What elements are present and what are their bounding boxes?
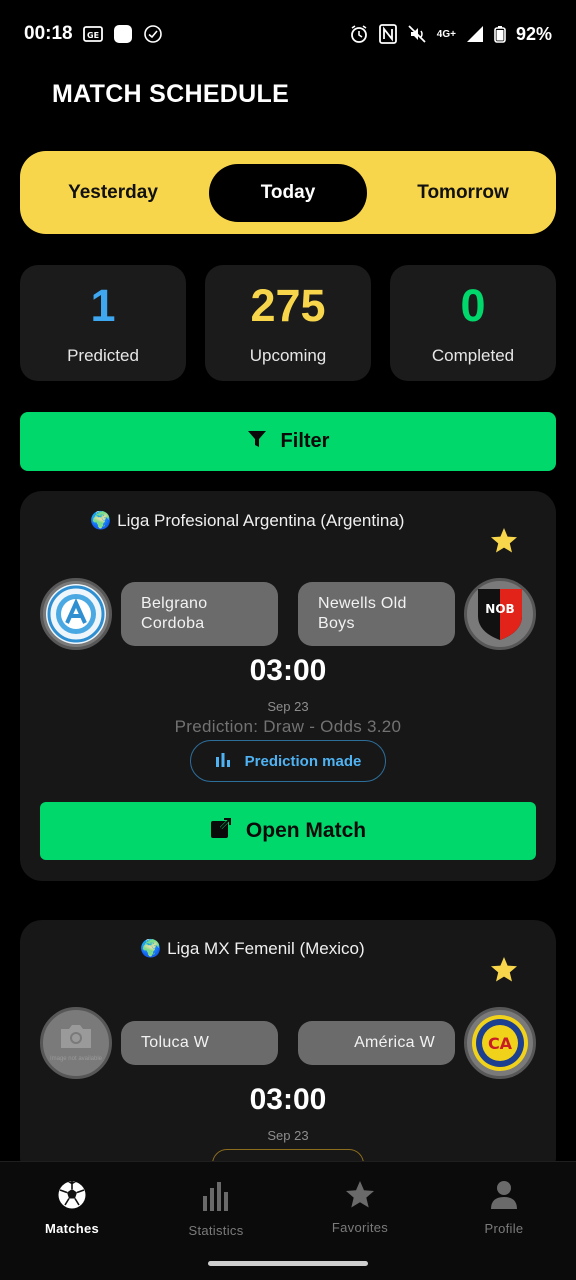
match-card: 🌍 Liga MX Femenil (Mexico) Image not ava… — [20, 920, 556, 1180]
filter-button[interactable]: Filter — [20, 412, 556, 471]
status-time: 00:18 — [24, 23, 73, 44]
league-title: 🌍 Liga MX Femenil (Mexico) — [140, 939, 365, 959]
battery-icon — [494, 25, 506, 43]
nav-label-matches: Matches — [44, 1221, 100, 1236]
open-match-button[interactable]: Open Match — [40, 802, 536, 860]
match-time: 03:00 — [249, 654, 327, 687]
stat-value-upcoming: 275 — [250, 279, 326, 331]
match-date: Sep 23 — [267, 699, 309, 714]
nav-profile[interactable]: Profile — [432, 1162, 576, 1280]
stats-row: 1 Predicted 275 Upcoming 0 Completed — [20, 265, 556, 381]
bar-chart-icon — [201, 1180, 231, 1217]
prediction-made-badge: Prediction made — [190, 740, 386, 782]
tab-tomorrow[interactable]: Tomorrow — [384, 164, 542, 222]
star-icon — [345, 1180, 375, 1214]
soccer-ball-icon — [57, 1180, 87, 1215]
open-match-label: Open Match — [245, 819, 367, 842]
league-name: Liga Profesional Argentina (Argentina) — [117, 511, 405, 530]
home-indicator[interactable] — [208, 1261, 368, 1266]
home-team-logo-placeholder: Image not available — [40, 1007, 112, 1079]
away-team-logo: CA — [464, 1007, 536, 1079]
tab-today[interactable]: Today — [209, 163, 367, 222]
svg-text:GE: GE — [87, 31, 99, 40]
home-team-logo — [40, 578, 112, 650]
league-name: Liga MX Femenil (Mexico) — [167, 939, 365, 958]
image-unavailable-text: Image not available — [49, 1056, 103, 1062]
person-icon — [490, 1180, 518, 1215]
match-card: 🌍 Liga Profesional Argentina (Argentina)… — [20, 491, 556, 881]
status-left: 00:18 GE — [24, 23, 163, 45]
away-team-logo: NOB — [464, 578, 536, 650]
match-date: Sep 23 — [267, 1128, 309, 1143]
day-selector: Yesterday Today Tomorrow — [20, 151, 556, 234]
mute-icon — [407, 24, 427, 44]
nav-matches[interactable]: Matches — [0, 1162, 144, 1280]
league-title: 🌍 Liga Profesional Argentina (Argentina) — [90, 511, 404, 531]
ca-logo-text: CA — [488, 1034, 513, 1053]
page-title: MATCH SCHEDULE — [52, 80, 290, 108]
stat-label-completed: Completed — [431, 345, 515, 365]
away-team-name: América W — [298, 1021, 455, 1065]
bar-chart-icon — [215, 751, 231, 771]
app-square-icon — [113, 24, 133, 44]
filter-label: Filter — [280, 430, 330, 452]
match-time: 03:00 — [249, 1083, 327, 1116]
funnel-icon — [247, 430, 267, 454]
favorite-star-icon[interactable] — [490, 956, 518, 988]
away-team-name: Newells Old Boys — [298, 582, 455, 646]
news-icon: GE — [82, 26, 103, 42]
nav-label-favorites: Favorites — [331, 1220, 389, 1235]
globe-icon: 🌍 — [90, 511, 112, 530]
camera-icon — [59, 1023, 93, 1054]
stat-value-completed: 0 — [460, 279, 486, 331]
home-team-name: Belgrano Cordoba — [121, 582, 278, 646]
nfc-icon — [378, 24, 397, 44]
stat-value-predicted: 1 — [90, 279, 116, 331]
stat-card-predicted: 1 Predicted — [20, 265, 186, 381]
signal-icon — [466, 25, 484, 43]
check-circle-icon — [143, 24, 163, 44]
network-type: 4G+ — [436, 28, 456, 40]
battery-level: 92% — [515, 23, 552, 44]
stat-card-completed: 0 Completed — [390, 265, 556, 381]
stat-card-upcoming: 275 Upcoming — [205, 265, 371, 381]
status-bar: 00:18 GE 4G+ 92% — [0, 0, 576, 68]
favorite-star-icon[interactable] — [490, 527, 518, 559]
tab-yesterday[interactable]: Yesterday — [34, 164, 192, 222]
home-team-name: Toluca W — [121, 1021, 278, 1065]
globe-icon: 🌍 — [140, 939, 162, 958]
status-right: 4G+ 92% — [349, 24, 552, 45]
alarm-icon — [349, 24, 369, 44]
nav-label-profile: Profile — [484, 1221, 524, 1236]
nav-label-statistics: Statistics — [188, 1223, 244, 1238]
prediction-badge-label: Prediction made — [244, 752, 362, 770]
nob-logo-text: NOB — [485, 602, 514, 616]
stat-label-predicted: Predicted — [67, 345, 139, 365]
stat-label-upcoming: Upcoming — [249, 345, 327, 365]
prediction-text: Prediction: Draw - Odds 3.20 — [174, 717, 402, 736]
external-link-icon — [210, 817, 232, 845]
